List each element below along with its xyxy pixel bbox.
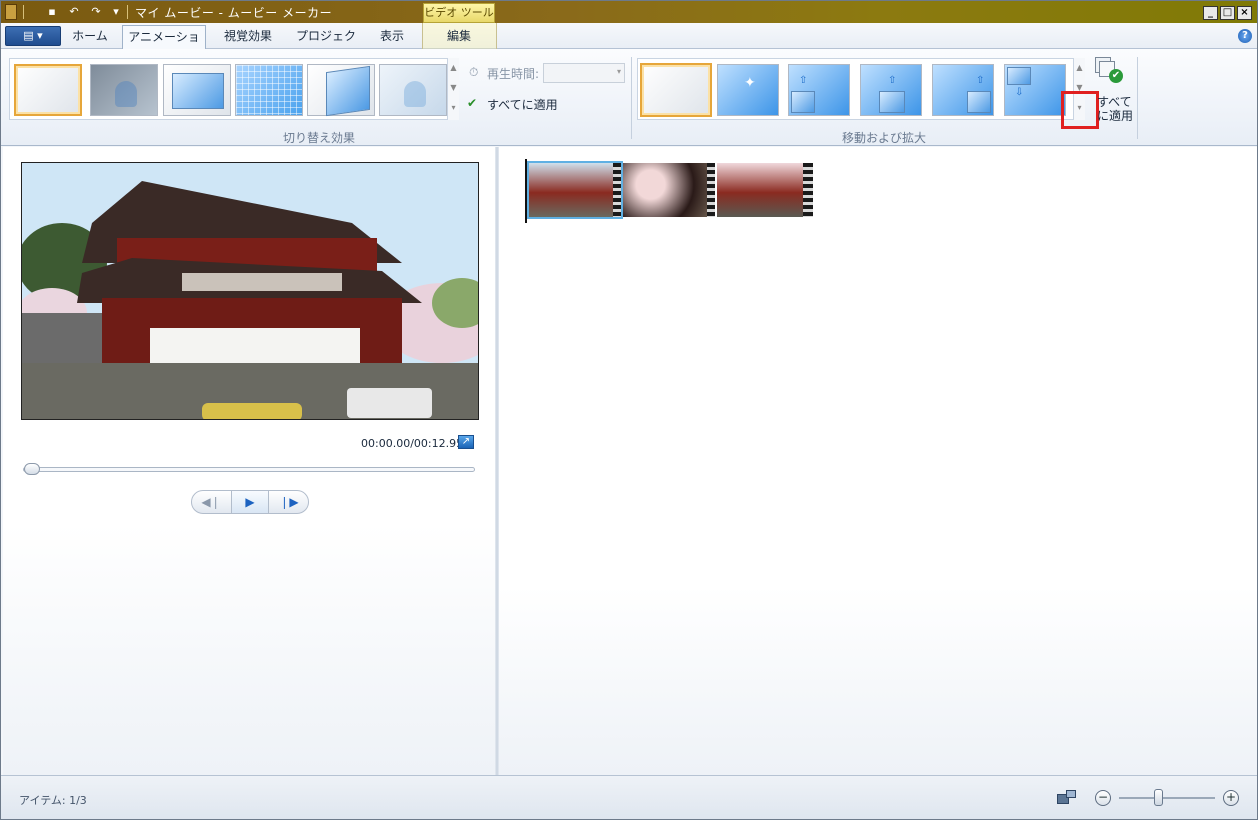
transition-mosaic-thumbnail[interactable] bbox=[235, 64, 303, 116]
storyboard-pane bbox=[499, 147, 1257, 775]
duration-label: 再生時間: bbox=[487, 67, 540, 81]
group-separator bbox=[631, 57, 632, 139]
app-icon[interactable] bbox=[5, 4, 17, 20]
tab-visual-effects[interactable]: 視覚効果 bbox=[213, 25, 283, 49]
tab-animation[interactable]: アニメーション bbox=[122, 25, 206, 66]
frame-icon bbox=[1007, 67, 1031, 85]
transition-frames-thumbnail[interactable] bbox=[163, 64, 231, 116]
pan-zoom-down-left-thumbnail[interactable]: ⇩ bbox=[1004, 64, 1066, 116]
zoom-in-button[interactable]: + bbox=[1223, 790, 1239, 806]
title-bar[interactable]: ▪ ↶ ↷ ▾ マイ ムービー - ムービー メーカー ビデオ ツール _ □ … bbox=[1, 1, 1257, 23]
temple-gate-image bbox=[22, 163, 478, 419]
person-icon bbox=[404, 81, 426, 107]
up-arrow-icon: ⇧ bbox=[888, 75, 897, 86]
minimize-button[interactable]: _ bbox=[1203, 6, 1218, 20]
video-preview[interactable] bbox=[21, 162, 479, 420]
pan-zoom-none-thumbnail[interactable] bbox=[640, 63, 712, 117]
transitions-group-label: 切り替え効果 bbox=[282, 131, 355, 145]
scroll-down-icon[interactable]: ▼ bbox=[448, 78, 459, 98]
frame-icon bbox=[172, 73, 224, 109]
frame-icon bbox=[791, 91, 815, 113]
zoom-slider-thumb[interactable] bbox=[1154, 789, 1163, 806]
transition-dissolve-thumbnail[interactable] bbox=[379, 64, 447, 116]
transition-crossfade-thumbnail[interactable] bbox=[90, 64, 158, 116]
up-arrow-icon: ⇧ bbox=[799, 75, 808, 86]
video-tools-context-header: ビデオ ツール bbox=[423, 3, 495, 23]
page-icon bbox=[326, 65, 370, 117]
tab-project[interactable]: プロジェクト bbox=[291, 25, 361, 65]
undo-icon[interactable]: ↶ bbox=[67, 5, 81, 19]
pan-zoom-up-left-thumbnail[interactable]: ⇧ bbox=[788, 64, 850, 116]
clip-thumbnail-1[interactable] bbox=[527, 161, 623, 219]
playback-controls: ◀❘ ▶ ❘▶ bbox=[191, 490, 309, 514]
clip-strip bbox=[527, 161, 813, 219]
zoom-out-button[interactable]: − bbox=[1095, 790, 1111, 806]
pan-zoom-gallery: ✦ ⇧ ⇧ ⇧ ⇩ bbox=[637, 58, 1075, 120]
person-icon bbox=[115, 81, 137, 107]
check-icon: ✔ bbox=[1109, 69, 1123, 83]
scroll-up-icon[interactable]: ▲ bbox=[448, 58, 459, 78]
save-icon[interactable]: ▪ bbox=[45, 5, 59, 19]
transitions-apply-all-button[interactable]: すべてに適用 bbox=[487, 96, 558, 113]
dropdown-arrow-icon: ▾ bbox=[616, 67, 621, 76]
group-separator bbox=[1137, 57, 1138, 139]
up-arrow-icon: ⇧ bbox=[976, 75, 985, 86]
preview-pane: 00:00.00/00:12.95 ↗ ◀❘ ▶ ❘▶ bbox=[3, 147, 495, 775]
duration-combobox[interactable]: ▾ bbox=[543, 63, 625, 83]
seek-slider-thumb[interactable] bbox=[24, 463, 40, 475]
transition-page-thumbnail[interactable] bbox=[307, 64, 375, 117]
tab-view[interactable]: 表示 bbox=[369, 25, 415, 49]
status-bar: アイテム: 1/3 − + bbox=[1, 775, 1257, 819]
apply-all-check-icon: ✔ bbox=[467, 96, 478, 110]
seek-slider[interactable] bbox=[23, 463, 475, 475]
pan-zoom-up-right-thumbnail[interactable]: ⇧ bbox=[932, 64, 994, 116]
help-icon[interactable]: ? bbox=[1238, 29, 1252, 43]
scroll-up-icon[interactable]: ▲ bbox=[1074, 58, 1085, 78]
pan-zoom-group-label: 移動および拡大 bbox=[841, 131, 926, 145]
transitions-gallery-scroll[interactable]: ▲ ▼ ▾ bbox=[447, 58, 459, 120]
ribbon-tab-row: ▤ ▾ ホーム アニメーション 視覚効果 プロジェクト 表示 編集 ? bbox=[1, 23, 1257, 66]
thumbnail-size-icon[interactable] bbox=[1057, 790, 1077, 806]
pan-zoom-auto-thumbnail[interactable]: ✦ bbox=[717, 64, 779, 116]
application-menu-button[interactable]: ▤ ▾ bbox=[5, 26, 61, 46]
maximize-button[interactable]: □ bbox=[1220, 6, 1235, 20]
ribbon: ▲ ▼ ▾ ⏱ 再生時間: ▾ ✔ すべてに適用 切り替え効果 ✦ ⇧ ⇧ ⇧ … bbox=[1, 49, 1257, 146]
clip-thumbnail-2[interactable] bbox=[623, 163, 715, 217]
zoom-slider-track[interactable] bbox=[1119, 797, 1215, 799]
previous-frame-button[interactable]: ◀❘ bbox=[192, 491, 230, 513]
qat-separator bbox=[23, 5, 24, 19]
pan-zoom-apply-all-button[interactable]: ✔ すべて に適用 bbox=[1091, 55, 1135, 125]
playback-time: 00:00.00/00:12.95 bbox=[361, 437, 464, 450]
film-sprocket-icon bbox=[707, 163, 715, 217]
qat-customize-icon[interactable]: ▾ bbox=[109, 5, 123, 19]
fullscreen-preview-icon[interactable]: ↗ bbox=[458, 435, 474, 449]
magic-wand-icon: ✦ bbox=[744, 75, 756, 91]
frame-icon bbox=[879, 91, 905, 113]
play-button[interactable]: ▶ bbox=[231, 491, 269, 513]
frame-icon bbox=[967, 91, 991, 113]
duration-stopwatch-icon: ⏱ bbox=[469, 65, 479, 79]
clip-thumbnail-3[interactable] bbox=[717, 163, 813, 217]
tab-edit[interactable]: 編集 bbox=[431, 25, 487, 49]
film-sprocket-icon bbox=[803, 163, 813, 217]
redo-icon[interactable]: ↷ bbox=[89, 5, 103, 19]
gallery-expand-icon[interactable]: ▾ bbox=[448, 98, 459, 118]
pan-zoom-up-center-thumbnail[interactable]: ⇧ bbox=[860, 64, 922, 116]
apply-all-label-line2: に適用 bbox=[1097, 109, 1134, 123]
qat-separator bbox=[127, 5, 128, 19]
movie-maker-window: ▪ ↶ ↷ ▾ マイ ムービー - ムービー メーカー ビデオ ツール _ □ … bbox=[0, 0, 1258, 820]
next-frame-button[interactable]: ❘▶ bbox=[270, 491, 308, 513]
film-sprocket-icon bbox=[613, 163, 621, 217]
down-arrow-icon: ⇩ bbox=[1015, 87, 1024, 98]
close-button[interactable]: × bbox=[1237, 6, 1252, 20]
window-title: マイ ムービー - ムービー メーカー bbox=[135, 6, 333, 20]
tab-home[interactable]: ホーム bbox=[65, 25, 115, 49]
transition-none-thumbnail[interactable] bbox=[14, 64, 82, 116]
stacked-pages-icon: ✔ bbox=[1095, 57, 1123, 83]
item-count: アイテム: 1/3 bbox=[19, 794, 87, 807]
transitions-gallery bbox=[9, 58, 457, 120]
